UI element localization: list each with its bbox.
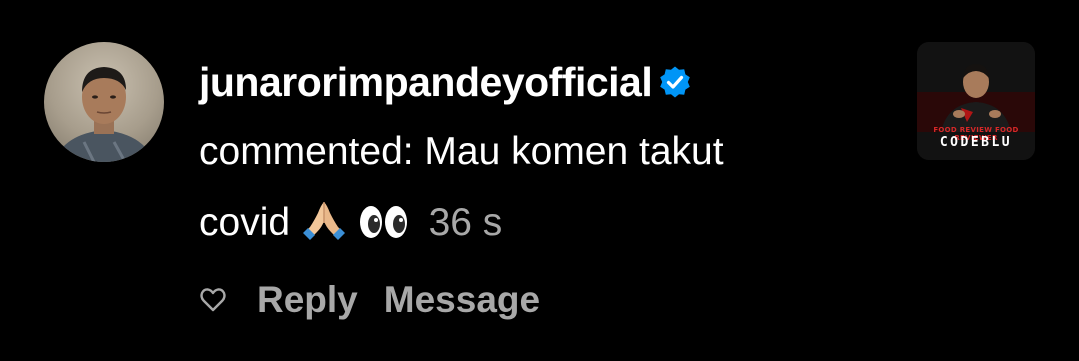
thumbnail-caption: CODEBLU: [939, 135, 1013, 150]
timestamp: 36 s: [428, 201, 503, 244]
post-thumbnail[interactable]: FOOD REVIEW FOOD REVIEWER CODEBLU: [917, 42, 1035, 160]
action-row: Reply Message: [199, 276, 566, 324]
eyes-icon: [358, 193, 410, 264]
message-button[interactable]: Message: [384, 279, 540, 321]
username[interactable]: junarorimpandeyofficial: [199, 59, 653, 106]
comment-line-2-text: covid: [199, 201, 291, 244]
comment-line-2: covid 36 s: [199, 187, 899, 264]
avatar[interactable]: [44, 42, 164, 162]
comment-text: commented: Mau komen takut covid 36 s: [199, 116, 899, 264]
comment-notification[interactable]: junarorimpandeyofficial commented: Mau k…: [0, 0, 1079, 361]
folded-hands-icon: [301, 193, 347, 264]
avatar-photo: [54, 67, 154, 162]
notification-content: junarorimpandeyofficial commented: Mau k…: [199, 48, 899, 264]
reply-button[interactable]: Reply: [257, 279, 358, 321]
heart-outline-icon[interactable]: [199, 286, 227, 314]
username-row: junarorimpandeyofficial: [199, 48, 899, 116]
comment-line-1: commented: Mau komen takut: [199, 130, 724, 173]
verified-badge-icon: [658, 65, 692, 99]
